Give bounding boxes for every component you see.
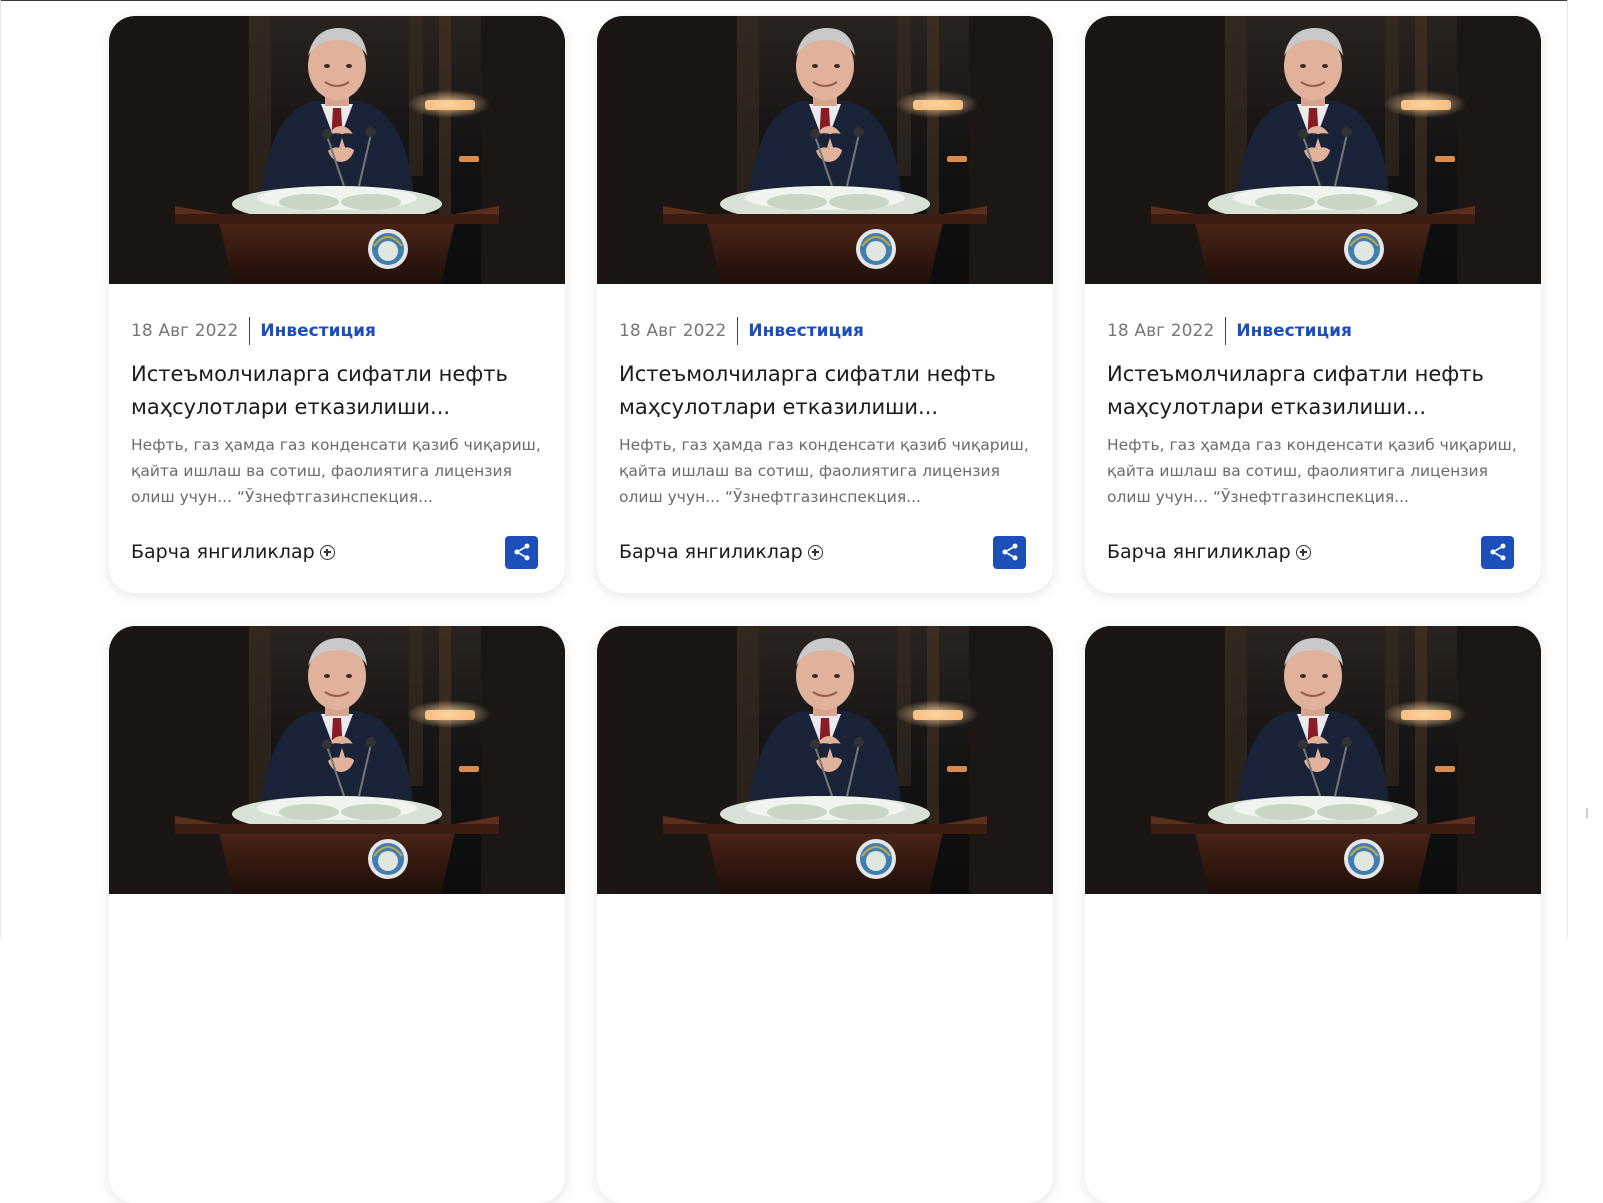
news-photo[interactable] bbox=[109, 626, 565, 894]
news-category[interactable]: Инвестиция bbox=[260, 321, 376, 341]
all-news-label: Барча янгиликлар bbox=[619, 541, 803, 563]
scroll-indicator bbox=[1586, 808, 1588, 818]
right-gutter bbox=[1568, 0, 1603, 939]
card-footer: Барча янгиликлар bbox=[131, 535, 543, 569]
news-photo[interactable] bbox=[1085, 16, 1541, 284]
news-excerpt: Нефть, газ ҳамда газ конденсати қазиб чи… bbox=[619, 436, 1029, 506]
share-icon bbox=[512, 542, 532, 562]
news-category[interactable]: Инвестиция bbox=[1236, 321, 1352, 341]
share-button[interactable] bbox=[993, 535, 1026, 569]
speaker-at-podium-image bbox=[109, 626, 565, 894]
news-photo[interactable] bbox=[1085, 626, 1541, 894]
meta-divider bbox=[249, 317, 251, 345]
plus-circle-icon bbox=[1295, 544, 1311, 560]
card-body: 18 Авг 2022 Инвестиция Истеъмолчиларга с… bbox=[597, 284, 1053, 569]
news-excerpt: Нефть, газ ҳамда газ конденсати қазиб чи… bbox=[131, 436, 541, 506]
share-icon bbox=[1000, 542, 1020, 562]
card-footer: Барча янгиликлар bbox=[619, 535, 1031, 569]
plus-circle-icon bbox=[319, 544, 335, 560]
news-photo[interactable] bbox=[597, 626, 1053, 894]
speaker-at-podium-image bbox=[597, 16, 1053, 284]
top-border bbox=[0, 0, 1568, 1]
card-meta: 18 Авг 2022 Инвестиция bbox=[131, 317, 543, 345]
news-card[interactable]: 18 Авг 2022 Инвестиция Истеъмолчиларга с… bbox=[597, 16, 1053, 593]
news-grid: 18 Авг 2022 Инвестиция Истеъмолчиларга с… bbox=[109, 16, 1542, 1203]
news-date: 18 Авг 2022 bbox=[1107, 321, 1215, 341]
all-news-label: Барча янгиликлар bbox=[1107, 541, 1291, 563]
card-footer: Барча янгиликлар bbox=[1107, 535, 1519, 569]
news-card[interactable] bbox=[597, 626, 1053, 1203]
news-title[interactable]: Истеъмолчиларга сифатли нефть маҳсулотла… bbox=[131, 358, 543, 424]
all-news-link[interactable]: Барча янгиликлар bbox=[131, 541, 335, 563]
news-title[interactable]: Истеъмолчиларга сифатли нефть маҳсулотла… bbox=[1107, 358, 1519, 424]
all-news-link[interactable]: Барча янгиликлар bbox=[619, 541, 823, 563]
news-card[interactable]: 18 Авг 2022 Инвестиция Истеъмолчиларга с… bbox=[109, 16, 565, 593]
share-button[interactable] bbox=[505, 535, 538, 569]
news-date: 18 Авг 2022 bbox=[131, 321, 239, 341]
left-border bbox=[0, 0, 1, 939]
news-photo[interactable] bbox=[109, 16, 565, 284]
news-date: 18 Авг 2022 bbox=[619, 321, 727, 341]
share-icon bbox=[1488, 542, 1508, 562]
speaker-at-podium-image bbox=[1085, 16, 1541, 284]
meta-divider bbox=[737, 317, 739, 345]
speaker-at-podium-image bbox=[1085, 626, 1541, 894]
speaker-at-podium-image bbox=[109, 16, 565, 284]
speaker-at-podium-image bbox=[597, 626, 1053, 894]
news-card[interactable]: 18 Авг 2022 Инвестиция Истеъмолчиларга с… bbox=[1085, 16, 1541, 593]
card-meta: 18 Авг 2022 Инвестиция bbox=[619, 317, 1031, 345]
news-card[interactable] bbox=[1085, 626, 1541, 1203]
news-excerpt: Нефть, газ ҳамда газ конденсати қазиб чи… bbox=[1107, 436, 1517, 506]
all-news-label: Барча янгиликлар bbox=[131, 541, 315, 563]
news-card[interactable] bbox=[109, 626, 565, 1203]
share-button[interactable] bbox=[1481, 535, 1514, 569]
all-news-link[interactable]: Барча янгиликлар bbox=[1107, 541, 1311, 563]
card-body: 18 Авг 2022 Инвестиция Истеъмолчиларга с… bbox=[1085, 284, 1541, 569]
news-category[interactable]: Инвестиция bbox=[748, 321, 864, 341]
meta-divider bbox=[1225, 317, 1227, 345]
plus-circle-icon bbox=[807, 544, 823, 560]
news-title[interactable]: Истеъмолчиларга сифатли нефть маҳсулотла… bbox=[619, 358, 1031, 424]
news-photo[interactable] bbox=[597, 16, 1053, 284]
card-body: 18 Авг 2022 Инвестиция Истеъмолчиларга с… bbox=[109, 284, 565, 569]
card-meta: 18 Авг 2022 Инвестиция bbox=[1107, 317, 1519, 345]
